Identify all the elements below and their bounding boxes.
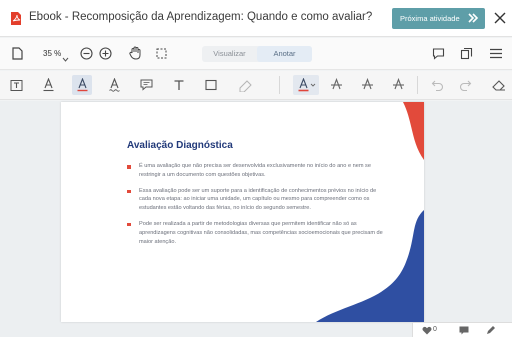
menu-icon[interactable] (490, 48, 502, 59)
text-select-icon[interactable] (10, 79, 23, 92)
title-bar: Ebook - Recomposição da Aprendizagem: Qu… (0, 0, 512, 37)
strikethrough-alt-icon[interactable] (361, 78, 374, 91)
note-icon[interactable] (140, 79, 153, 91)
list-item: Essa avaliação pode ser um suporte para … (127, 187, 389, 213)
eraser-pen-icon[interactable] (238, 78, 254, 92)
strikethrough-icon[interactable] (330, 78, 343, 91)
zoom-level[interactable]: 35 % (43, 49, 61, 58)
underline-icon[interactable] (42, 78, 55, 92)
highlight-icon[interactable] (76, 78, 89, 92)
next-activity-label: Próxima atividade (400, 14, 460, 23)
pdf-icon (10, 11, 22, 26)
zoom-out-icon[interactable] (80, 47, 93, 60)
font-color-icon[interactable] (297, 78, 317, 92)
list-item: É uma avaliação que não precisa ser dese… (127, 162, 389, 180)
bullet-list: É uma avaliação que não precisa ser dese… (127, 162, 389, 253)
toolbar-divider (279, 76, 280, 94)
file-icon[interactable] (12, 47, 23, 60)
edit-icon[interactable] (486, 325, 496, 335)
list-item: Pode ser realizada a partir de metodolog… (127, 220, 389, 246)
toolbar-divider (417, 76, 418, 94)
zoom-in-icon[interactable] (99, 47, 112, 60)
comment-icon[interactable] (459, 326, 469, 335)
squiggly-icon[interactable] (108, 78, 121, 92)
document-title: Ebook - Recomposição da Aprendizagem: Qu… (29, 11, 373, 23)
heart-icon[interactable] (422, 326, 432, 335)
tab-annotate[interactable]: Anotar (257, 46, 312, 62)
strikethrough-alt2-icon[interactable] (392, 78, 405, 91)
close-icon[interactable] (494, 11, 506, 24)
comment-icon[interactable] (432, 47, 445, 60)
select-area-icon[interactable] (155, 47, 168, 60)
rectangle-icon[interactable] (205, 79, 217, 91)
eraser-icon[interactable] (492, 79, 506, 91)
tab-view[interactable]: Visualizar (202, 46, 257, 62)
pan-hand-icon[interactable] (129, 46, 142, 60)
document-page[interactable]: Avaliação Diagnóstica É uma avaliação qu… (61, 102, 424, 322)
undo-icon[interactable] (431, 79, 444, 91)
redo-icon[interactable] (459, 79, 472, 91)
double-chevron-right-icon (467, 12, 479, 24)
page-title: Avaliação Diagnóstica (127, 140, 233, 151)
text-icon[interactable] (173, 79, 185, 91)
chevron-down-icon[interactable] (62, 50, 69, 62)
view-mode-toggle: Visualizar Anotar (202, 46, 312, 62)
next-activity-button[interactable]: Próxima atividade (392, 8, 485, 29)
thumbnails-icon[interactable] (460, 47, 473, 60)
like-count: 0 (433, 326, 437, 333)
